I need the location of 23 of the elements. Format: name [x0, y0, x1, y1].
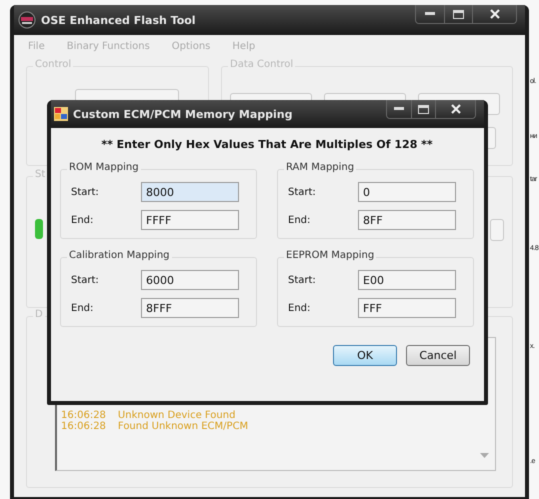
field-label: End:: [288, 214, 312, 226]
group-title: St: [33, 169, 48, 180]
group-title: EEPROM Mapping: [284, 250, 376, 261]
group-title: RAM Mapping: [284, 162, 356, 173]
group-title: Control: [33, 59, 74, 70]
field-label: Start:: [71, 274, 100, 286]
field-label: Start:: [288, 274, 317, 286]
group-title: Data Control: [228, 59, 296, 70]
group-title: D: [33, 309, 45, 320]
field-label: End:: [71, 302, 94, 314]
field-label: End:: [288, 302, 312, 314]
log-time: 16:06:28: [61, 421, 106, 432]
dialog-title: Custom ECM/PCM Memory Mapping: [73, 108, 294, 120]
log-time: 16:06:28: [61, 410, 106, 421]
window-title: OSE Enhanced Flash Tool: [41, 14, 197, 26]
instruction-text: ** Enter Only Hex Values That Are Multiples Of 128 **: [100, 138, 434, 151]
field-label: End:: [71, 214, 94, 226]
field-label: Start:: [288, 186, 317, 198]
group-title: Calibration Mapping: [67, 250, 172, 261]
field-label: Start:: [71, 186, 100, 198]
log-message: Found Unknown ECM/PCM: [118, 421, 248, 432]
log-message: Unknown Device Found: [118, 410, 236, 421]
group-title: ROM Mapping: [67, 162, 141, 173]
